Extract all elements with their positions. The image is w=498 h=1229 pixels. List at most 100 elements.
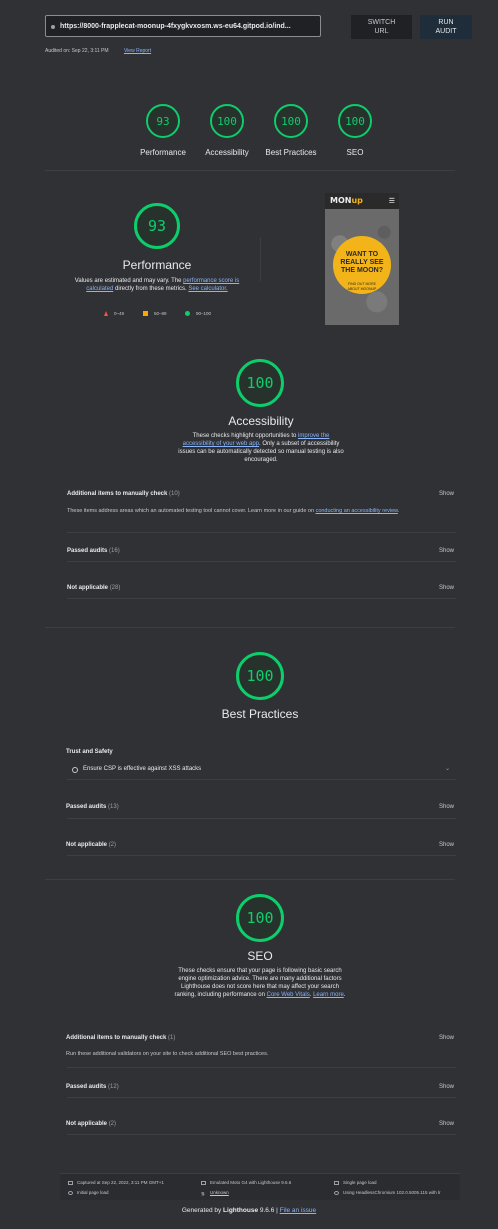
file-issue-link[interactable]: File an issue xyxy=(280,1207,317,1214)
performance-gauge: 93 xyxy=(134,203,180,249)
row-title: Passed audits xyxy=(66,804,107,810)
url-input[interactable]: https://8000-frapplecat-moonup-4fxygkvxo… xyxy=(45,15,321,37)
show-toggle[interactable]: Show xyxy=(439,1035,454,1041)
row-count: (2) xyxy=(108,842,117,848)
browser-link[interactable]: Using HeadlessChromium 102.0.5005.115 wi… xyxy=(343,1190,440,1195)
a11y-manual-description: These items address areas which an autom… xyxy=(67,507,456,515)
seo-description: These checks ensure that your page is fo… xyxy=(172,967,348,999)
seo-title: SEO xyxy=(247,949,273,963)
row-title: Additional items to manually check xyxy=(66,1035,167,1041)
view-report-link[interactable]: View Report xyxy=(124,48,151,54)
row-count: (12) xyxy=(108,1084,119,1090)
moon-subtext: FIND OUT MORE ABOUT MOONUP xyxy=(325,282,399,291)
gauge-score: 93 xyxy=(147,217,167,235)
desc-text: directly from these metrics. xyxy=(113,286,189,292)
row-divider xyxy=(67,1097,456,1098)
legend-label: 90–100 xyxy=(196,311,212,316)
a11y-not-applicable-header[interactable]: Not applicable (28) xyxy=(67,585,120,591)
gauge-score: 100 xyxy=(217,114,237,128)
legend-label: 0–49 xyxy=(114,311,125,316)
divider xyxy=(45,627,455,628)
hamburger-icon: ☰ xyxy=(388,198,395,205)
accessibility-description: These checks highlight opportunities to … xyxy=(177,432,345,464)
url-text: https://8000-frapplecat-moonup-4fxygkvxo… xyxy=(60,23,291,30)
show-toggle[interactable]: Show xyxy=(439,491,454,497)
switch-url-label: SWITCH URL xyxy=(367,19,396,35)
captured-at: Captured at Sep 22, 2022, 3:11 PM GMT+1 xyxy=(68,1180,164,1185)
row-divider xyxy=(67,598,456,599)
accessibility-gauge: 100 xyxy=(236,359,284,407)
info-circle-icon xyxy=(72,767,78,773)
initial-load: Initial page load xyxy=(68,1190,109,1195)
conducting-review-link[interactable]: conducting an accessibility review xyxy=(316,508,398,514)
show-toggle[interactable]: Show xyxy=(439,1084,454,1090)
show-toggle[interactable]: Show xyxy=(439,1121,454,1127)
a11y-manual-check-header[interactable]: Additional items to manually check (10) xyxy=(67,491,180,497)
lighthouse-name: Lighthouse xyxy=(223,1207,259,1214)
best-practices-gauge: 100 xyxy=(236,652,284,700)
switch-url-button[interactable]: SWITCH URL xyxy=(351,15,412,39)
runtime-settings: Captured at Sep 22, 2022, 3:11 PM GMT+1 … xyxy=(60,1173,460,1200)
desc-text: These items address areas which an autom… xyxy=(67,508,316,514)
desc-text: . xyxy=(343,992,346,998)
url-icon xyxy=(51,25,55,29)
logo-on: ON xyxy=(337,196,352,205)
gauge-score: 93 xyxy=(156,114,170,128)
show-toggle[interactable]: Show xyxy=(439,804,454,810)
divider xyxy=(45,170,455,171)
accessibility-title: Accessibility xyxy=(228,414,294,428)
legend-pass: 90–100 xyxy=(185,311,211,316)
desc-text: . xyxy=(397,508,400,514)
run-audit-button[interactable]: RUN AUDIT xyxy=(420,15,472,39)
chevron-down-icon: ⌄ xyxy=(444,766,450,772)
performance-title: Performance xyxy=(122,258,192,272)
logo-m: M xyxy=(330,196,338,205)
headline-text: WANT TO REALLY SEE THE MOON? xyxy=(340,251,384,274)
logo-up: up xyxy=(351,196,363,205)
version-text: 9.6.6 | xyxy=(258,1207,280,1214)
a11y-passed-audits-header[interactable]: Passed audits (16) xyxy=(67,548,120,554)
gauge-score: 100 xyxy=(281,114,301,128)
desc-text: Values are estimated and may vary. The xyxy=(74,278,184,284)
show-toggle[interactable]: Show xyxy=(439,585,454,591)
device-icon xyxy=(201,1180,206,1185)
show-toggle[interactable]: Show xyxy=(439,842,454,848)
summary-gauge-accessibility[interactable]: 100 xyxy=(210,104,244,138)
seo-passed-audits-header[interactable]: Passed audits (12) xyxy=(66,1084,119,1090)
moon-headline: WANT TO REALLY SEE THE MOON? xyxy=(325,251,399,275)
bp-not-applicable-header[interactable]: Not applicable (2) xyxy=(66,842,116,848)
best-practices-title: Best Practices xyxy=(221,707,299,721)
gauge-score: 100 xyxy=(246,667,274,685)
row-divider xyxy=(67,855,456,856)
trust-safety-group: Trust and Safety xyxy=(66,749,113,755)
moonup-logo: MONup xyxy=(330,196,363,205)
see-calculator-link[interactable]: See calculator. xyxy=(188,286,227,292)
learn-more-link[interactable]: Learn more xyxy=(313,992,344,998)
seo-gauge: 100 xyxy=(236,894,284,942)
seo-manual-check-header[interactable]: Additional items to manually check (1) xyxy=(66,1035,175,1041)
timer-icon xyxy=(68,1190,73,1195)
row-title: Not applicable xyxy=(66,1121,108,1127)
summary-gauge-seo[interactable]: 100 xyxy=(338,104,372,138)
row-divider xyxy=(67,561,456,562)
triangle-icon xyxy=(104,311,108,316)
row-divider xyxy=(67,1134,456,1135)
square-icon xyxy=(143,311,148,316)
legend-average: 50–89 xyxy=(143,311,167,316)
summary-gauge-best-practices[interactable]: 100 xyxy=(274,104,308,138)
row-divider xyxy=(67,818,456,819)
bp-passed-audits-header[interactable]: Passed audits (13) xyxy=(66,804,119,810)
chrome-icon xyxy=(334,1190,339,1195)
summary-gauge-performance[interactable]: 93 xyxy=(146,104,180,138)
row-count: (10) xyxy=(169,491,180,497)
row-count: (1) xyxy=(168,1035,176,1041)
show-toggle[interactable]: Show xyxy=(439,548,454,554)
gauge-score: 100 xyxy=(345,114,365,128)
row-divider xyxy=(67,532,456,533)
summary-label-seo: SEO xyxy=(346,148,364,157)
core-web-vitals-link[interactable]: Core Web Vitals xyxy=(267,992,310,998)
seo-not-applicable-header[interactable]: Not applicable (2) xyxy=(66,1121,116,1127)
audited-on: Audited on: Sep 22, 3:11 PM xyxy=(45,48,109,54)
unknown-link[interactable]: Unknown xyxy=(210,1190,229,1195)
csp-audit-row[interactable]: Ensure CSP is effective against XSS atta… xyxy=(67,763,456,780)
